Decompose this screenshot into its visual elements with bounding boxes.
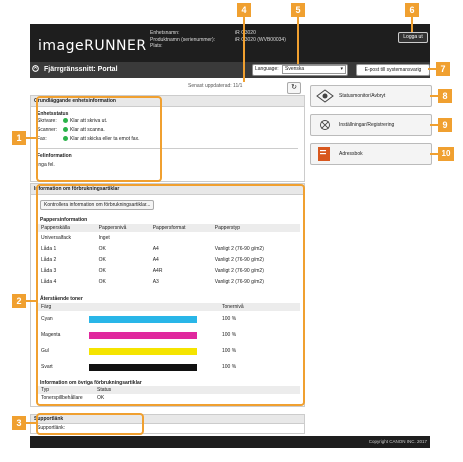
language-dropdown[interactable]: Svenska ▾ <box>282 65 346 74</box>
settings-icon <box>320 120 330 130</box>
address-book-icon <box>318 147 330 161</box>
callout-line-4 <box>243 16 245 82</box>
email-admin-button[interactable]: E-post till systemansvarig <box>356 64 430 76</box>
callout-9: 9 <box>438 118 452 132</box>
callout-3: 3 <box>12 416 26 430</box>
chevron-down-icon: ▾ <box>340 66 343 72</box>
portal-icon <box>32 65 39 72</box>
callout-4: 4 <box>237 3 251 17</box>
address-book-button[interactable]: Adressbok <box>310 143 432 165</box>
callout-box-2 <box>36 184 305 406</box>
refresh-button[interactable]: ↻ <box>287 82 301 94</box>
header-bar: imageRUNNER Enhetsnamn: Produktnamn (ser… <box>30 24 430 62</box>
callout-line-5 <box>297 16 299 64</box>
status-monitor-button[interactable]: Statusmonitor/Avbryt <box>310 85 432 107</box>
settings-button[interactable]: Inställningar/Registrering <box>310 114 432 136</box>
callout-line-2 <box>26 300 36 302</box>
last-updated: Senast uppdaterad: 11/1 <box>188 83 243 89</box>
callout-5: 5 <box>291 3 305 17</box>
callout-10: 10 <box>438 147 454 161</box>
callout-box-3 <box>36 413 144 435</box>
callout-line-6 <box>411 16 413 32</box>
callout-2: 2 <box>12 294 26 308</box>
callout-line-3 <box>26 422 36 424</box>
callout-box-1 <box>36 96 162 182</box>
callout-7: 7 <box>436 62 450 76</box>
refresh-icon: ↻ <box>291 84 297 91</box>
callout-8: 8 <box>438 89 452 103</box>
status-monitor-icon <box>316 89 334 103</box>
copyright: Copyright CANON INC. 2017 <box>368 439 427 444</box>
device-info-labels: Enhetsnamn: Produktnamn (serienummer): P… <box>150 30 216 49</box>
language-label: Language: <box>255 66 279 72</box>
portal-title: Fjärrgränssnitt: Portal <box>44 66 118 73</box>
callout-line-1 <box>26 137 36 139</box>
logo: imageRUNNER <box>38 38 147 54</box>
callout-1: 1 <box>12 131 26 145</box>
callout-6: 6 <box>405 3 419 17</box>
logout-button[interactable]: Logga ut <box>398 32 428 43</box>
